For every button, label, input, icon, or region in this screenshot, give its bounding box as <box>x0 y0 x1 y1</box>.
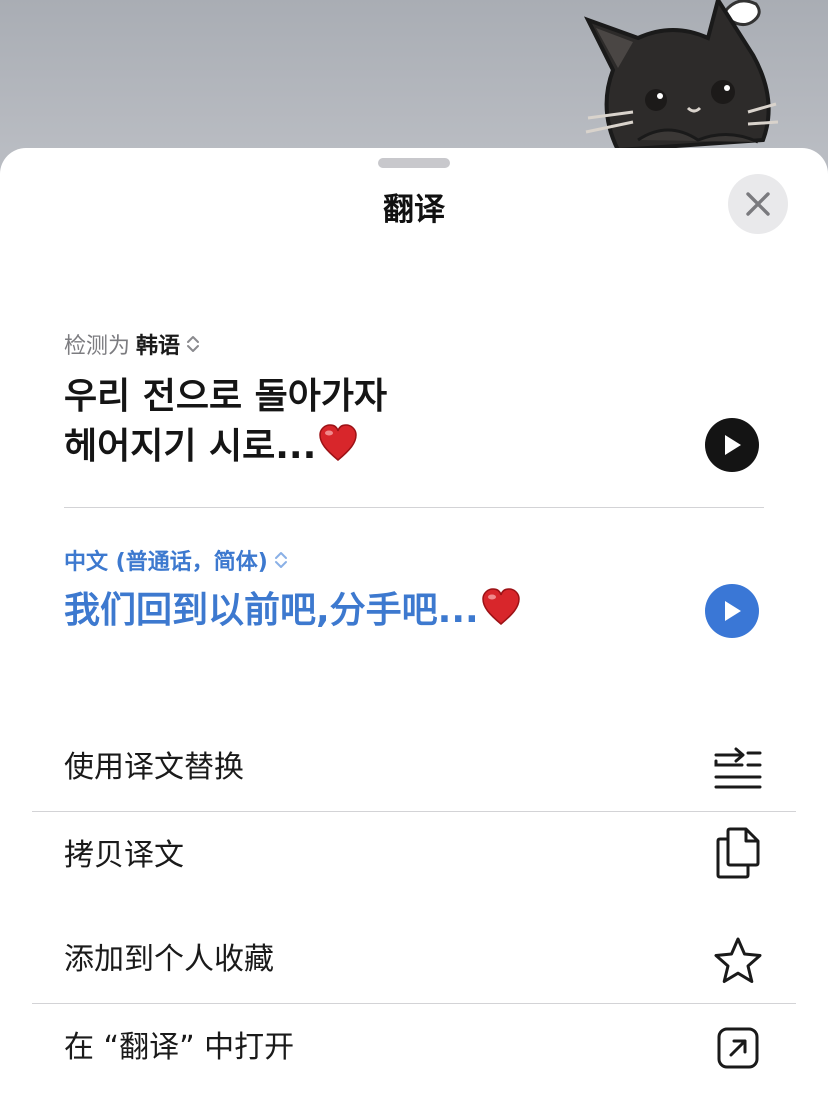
chevron-updown-icon <box>274 550 288 570</box>
source-line-2-wrap: 헤어지기 시로... <box>64 422 664 476</box>
menu-item-replace-with-translation[interactable]: 使用译文替换 <box>32 724 796 812</box>
source-text: 우리 전으로 돌아가자 헤어지기 시로... <box>64 372 664 476</box>
chevron-updown-icon <box>186 334 200 354</box>
detected-prefix: 检测为 <box>64 334 131 359</box>
play-translation-button[interactable] <box>705 584 759 638</box>
cat-illustration <box>578 0 779 153</box>
open-external-icon <box>712 1024 764 1072</box>
close-icon <box>746 192 770 216</box>
star-icon <box>712 936 764 984</box>
translated-text: 我们回到以前吧,分手吧... <box>64 586 521 640</box>
translated-text-body: 我们回到以前吧,分手吧... <box>64 590 479 631</box>
menu-item-open-in-translate[interactable]: 在 “翻译” 中打开 <box>32 1004 796 1092</box>
play-icon <box>725 435 741 455</box>
source-line-2: 헤어지기 시로... <box>64 426 317 467</box>
menu-item-label: 添加到个人收藏 <box>64 942 274 977</box>
sheet-grabber[interactable] <box>378 158 450 168</box>
source-language: 韩语 <box>136 334 181 359</box>
red-heart-emoji <box>318 424 358 476</box>
red-heart-emoji <box>481 588 521 640</box>
play-icon <box>725 601 741 621</box>
source-language-selector[interactable]: 检测为 韩语 <box>64 328 200 360</box>
target-language-selector[interactable]: 中文 (普通话，简体) <box>64 544 288 576</box>
replace-text-icon <box>712 744 764 792</box>
play-source-button[interactable] <box>705 418 759 472</box>
menu-item-add-to-favorites[interactable]: 添加到个人收藏 <box>32 916 796 1004</box>
menu-item-copy-translation[interactable]: 拷贝译文 <box>32 812 796 900</box>
sheet-title: 翻译 <box>383 192 445 228</box>
translate-sheet: 翻译 检测为 韩语 우리 전으로 돌아가자 헤어지기 시로... 中文 (普通话… <box>0 148 828 1098</box>
target-language: 中文 (普通话，简体) <box>64 550 268 575</box>
copy-icon <box>712 827 764 879</box>
menu-item-label: 使用译文替换 <box>64 750 244 785</box>
menu-item-label: 在 “翻译” 中打开 <box>64 1030 295 1065</box>
source-line-1: 우리 전으로 돌아가자 <box>64 376 388 417</box>
menu-item-label: 拷贝译文 <box>64 838 184 873</box>
divider <box>64 507 764 508</box>
close-button[interactable] <box>728 174 788 234</box>
